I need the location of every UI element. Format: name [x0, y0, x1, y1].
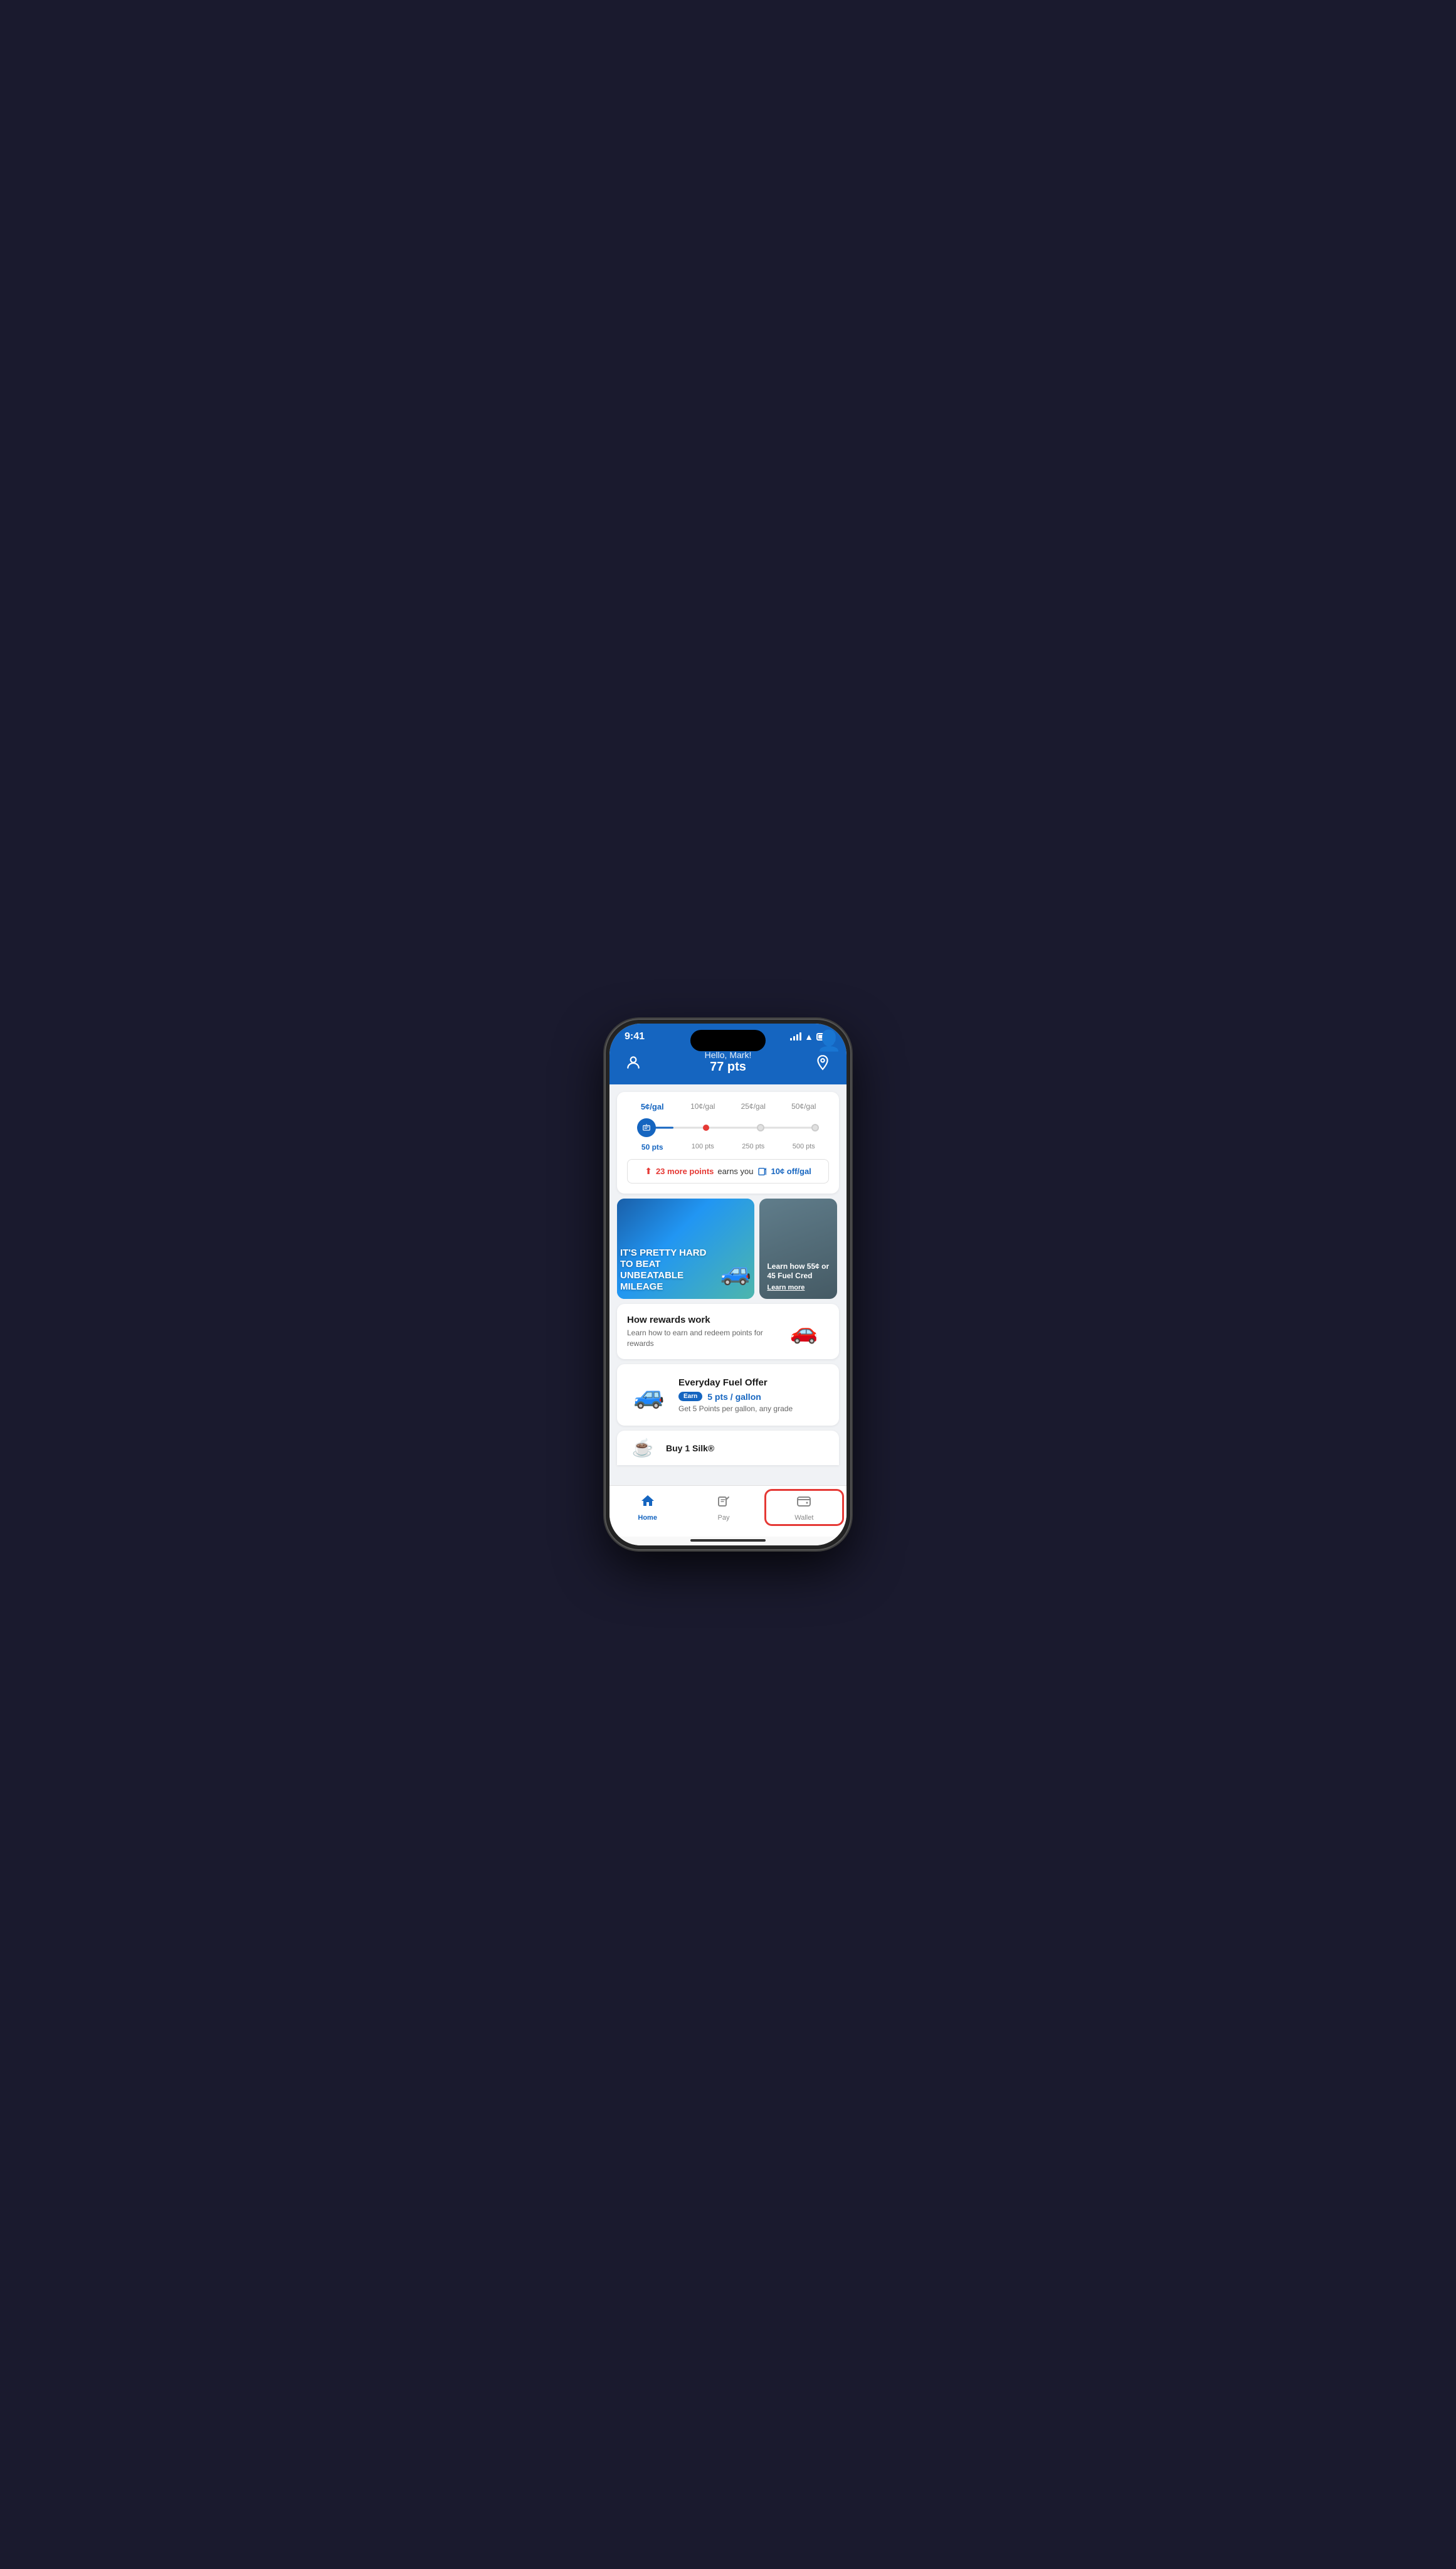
- pts-1: 50 pts: [627, 1143, 678, 1152]
- bottom-nav: Home Pay: [609, 1485, 847, 1537]
- status-time: 9:41: [625, 1031, 645, 1042]
- earn-more-reward: 10¢ off/gal: [771, 1167, 811, 1176]
- content-area[interactable]: 5¢/gal 10¢/gal 25¢/gal 50¢/gal: [609, 1084, 847, 1485]
- earn-more-suffix: earns you: [717, 1167, 753, 1176]
- points-progress-card: 5¢/gal 10¢/gal 25¢/gal 50¢/gal: [617, 1092, 839, 1194]
- promo-learn-more[interactable]: Learn more: [767, 1284, 830, 1291]
- promo-secondary-text: Learn how 55¢ or 45 Fuel Cred: [767, 1262, 830, 1281]
- phone-frame: 9:41 ▲: [606, 1020, 850, 1549]
- promo-row: 🚙 IT'S PRETTY HARD TO BEAT UNBEATABLE MI…: [617, 1199, 839, 1299]
- header-center: Hello, Mark! 77 pts: [705, 1050, 752, 1074]
- earn-badge: Earn: [678, 1392, 702, 1401]
- promo-card-secondary[interactable]: 👤 Learn how 55¢ or 45 Fuel Cred Learn mo…: [759, 1199, 837, 1299]
- progress-pts-labels: 50 pts 100 pts 250 pts 500 pts: [627, 1143, 829, 1152]
- progress-track-wrapper: [627, 1116, 829, 1139]
- nav-wallet[interactable]: Wallet: [764, 1489, 844, 1526]
- progress-nodes: [637, 1118, 819, 1137]
- offer-title: Everyday Fuel Offer: [678, 1377, 829, 1388]
- dynamic-island: [690, 1030, 766, 1051]
- how-rewards-title: How rewards work: [627, 1315, 771, 1325]
- nav-home-label: Home: [638, 1514, 657, 1522]
- location-button[interactable]: [811, 1051, 834, 1074]
- nav-home[interactable]: Home: [609, 1491, 685, 1524]
- header-points: 77 pts: [705, 1060, 752, 1074]
- partial-title: Buy 1 Silk®: [666, 1443, 714, 1453]
- pts-4: 500 pts: [779, 1143, 830, 1152]
- home-bar: [690, 1539, 766, 1542]
- offer-pts: 5 pts / gallon: [707, 1392, 761, 1402]
- signal-icon: [790, 1033, 801, 1041]
- pts-3: 250 pts: [728, 1143, 779, 1152]
- node-3: [757, 1124, 764, 1131]
- promo-card-main[interactable]: 🚙 IT'S PRETTY HARD TO BEAT UNBEATABLE MI…: [617, 1199, 754, 1299]
- level-3-label: 25¢/gal: [728, 1102, 779, 1111]
- wifi-icon: ▲: [804, 1032, 813, 1042]
- how-rewards-image: 🚗: [779, 1313, 829, 1350]
- phone-screen: 9:41 ▲: [609, 1024, 847, 1545]
- offer-text: Everyday Fuel Offer Earn 5 pts / gallon …: [678, 1377, 829, 1413]
- location-icon: [815, 1054, 831, 1071]
- pts-2: 100 pts: [678, 1143, 729, 1152]
- app-header: Hello, Mark! 77 pts: [609, 1046, 847, 1084]
- how-rewards-text: How rewards work Learn how to earn and r…: [627, 1315, 771, 1349]
- pay-icon: [716, 1493, 731, 1512]
- home-icon: [640, 1493, 655, 1512]
- earn-more-banner: ⬆ 23 more points earns you 10¢ off/gal: [627, 1159, 829, 1184]
- node-1-active: [637, 1118, 656, 1137]
- everyday-fuel-card[interactable]: 🚙 Everyday Fuel Offer Earn 5 pts / gallo…: [617, 1364, 839, 1426]
- level-1-label: 5¢/gal: [627, 1102, 678, 1111]
- promo-main-text: IT'S PRETTY HARD TO BEAT UNBEATABLE MILE…: [620, 1247, 720, 1293]
- nav-wallet-label: Wallet: [794, 1514, 813, 1522]
- partial-card: ☕ Buy 1 Silk®: [617, 1431, 839, 1465]
- profile-icon: [625, 1054, 641, 1071]
- level-4-label: 50¢/gal: [779, 1102, 830, 1111]
- how-rewards-desc: Learn how to earn and redeem points for …: [627, 1328, 771, 1349]
- partial-image: ☕: [627, 1436, 658, 1461]
- wallet-icon: [796, 1493, 811, 1512]
- nav-pay-label: Pay: [718, 1514, 730, 1522]
- earn-more-pts: 23 more points: [656, 1167, 714, 1176]
- car-illustration: 🚙: [720, 1257, 752, 1286]
- level-2-label: 10¢/gal: [678, 1102, 729, 1111]
- progress-labels: 5¢/gal 10¢/gal 25¢/gal 50¢/gal: [627, 1102, 829, 1111]
- profile-button[interactable]: [622, 1051, 645, 1074]
- node-4: [811, 1124, 819, 1131]
- node-2: [703, 1125, 709, 1131]
- fuel-icon-small: [757, 1167, 768, 1177]
- fuel-offer-image: 🚙: [627, 1373, 671, 1417]
- home-indicator: [609, 1537, 847, 1545]
- offer-badge-row: Earn 5 pts / gallon: [678, 1392, 829, 1402]
- how-rewards-card[interactable]: How rewards work Learn how to earn and r…: [617, 1304, 839, 1359]
- nav-pay[interactable]: Pay: [685, 1491, 761, 1524]
- header-greeting: Hello, Mark!: [705, 1050, 752, 1060]
- offer-desc: Get 5 Points per gallon, any grade: [678, 1404, 829, 1413]
